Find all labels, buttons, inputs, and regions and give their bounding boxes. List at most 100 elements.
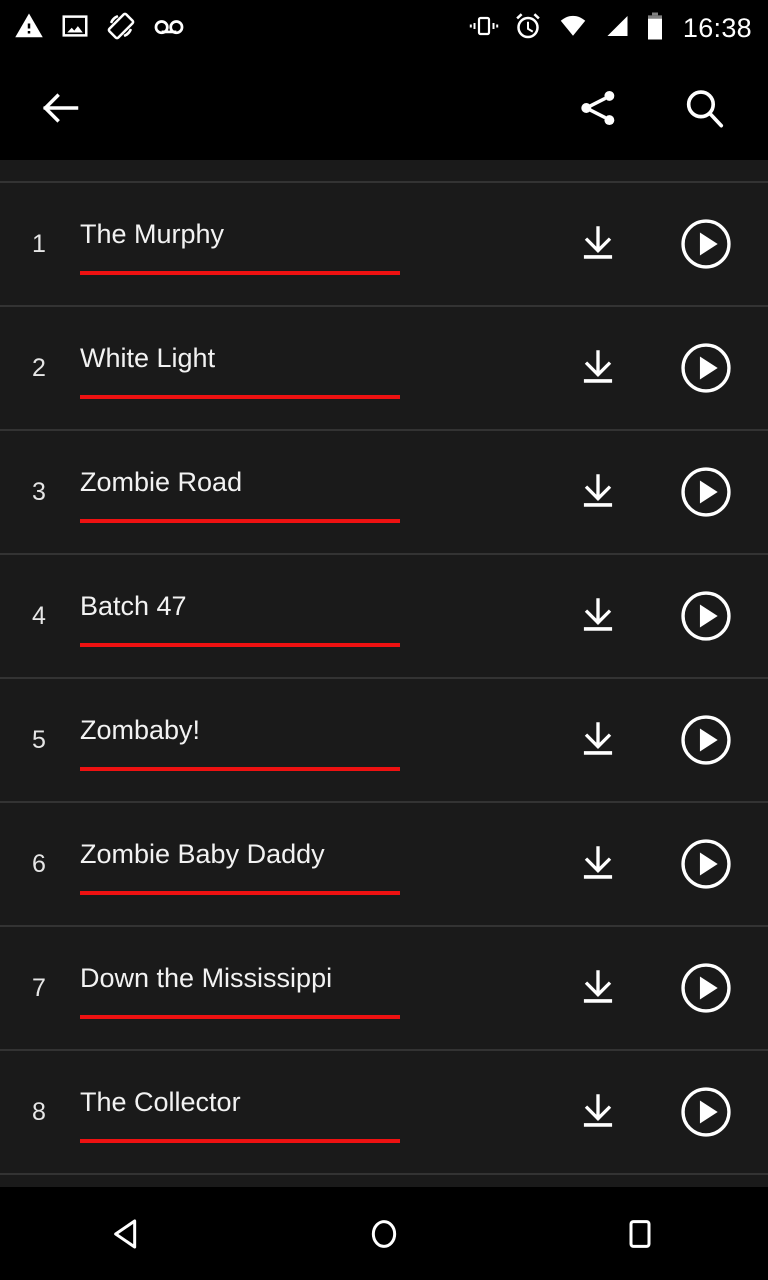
track-actions: [570, 712, 768, 768]
play-icon: [681, 591, 731, 641]
download-icon: [583, 846, 613, 879]
track-actions: [570, 960, 768, 1016]
track-progress-bar: [80, 395, 400, 399]
track-title: The Murphy: [80, 219, 225, 249]
track-progress-bar: [80, 891, 400, 895]
play-icon: [681, 839, 731, 889]
track-title: The Collector: [80, 1087, 241, 1117]
track-number: 8: [32, 1097, 46, 1126]
track-list[interactable]: 1 The Murphy 2 White Light 3 Zombie Road…: [0, 160, 768, 1187]
image-icon: [60, 11, 90, 46]
download-button[interactable]: [570, 836, 626, 892]
track-progress-bar: [80, 643, 400, 647]
play-button[interactable]: [678, 216, 734, 272]
share-button[interactable]: [570, 80, 626, 136]
track-actions: [570, 1084, 768, 1140]
track-progress-bar: [80, 767, 400, 771]
nav-back-button[interactable]: [68, 1187, 188, 1280]
status-left-icons: [0, 11, 186, 46]
back-arrow-button[interactable]: [32, 80, 88, 136]
play-button[interactable]: [678, 588, 734, 644]
play-button[interactable]: [678, 712, 734, 768]
table-row[interactable]: 4 Batch 47: [0, 555, 768, 677]
download-button[interactable]: [570, 960, 626, 1016]
track-title: White Light: [80, 343, 216, 373]
play-icon: [681, 1087, 731, 1137]
play-button[interactable]: [678, 836, 734, 892]
play-icon: [681, 467, 731, 517]
play-button[interactable]: [678, 340, 734, 396]
play-icon: [681, 715, 731, 765]
download-icon: [583, 226, 613, 259]
app-bar: [0, 56, 768, 160]
alarm-icon: [513, 11, 543, 46]
download-icon: [583, 1094, 613, 1127]
table-row[interactable]: 8 The Collector: [0, 1051, 768, 1173]
phone-screen: 16:38 1 The Murphy 2 White Light 3 Zombi…: [0, 0, 768, 1280]
track-main: Batch 47: [80, 555, 570, 677]
nav-recents-button[interactable]: [580, 1187, 700, 1280]
track-main: Down the Mississippi: [80, 927, 570, 1049]
track-actions: [570, 216, 768, 272]
download-button[interactable]: [570, 1084, 626, 1140]
track-main: Zombaby!: [80, 679, 570, 801]
download-button[interactable]: [570, 340, 626, 396]
track-actions: [570, 340, 768, 396]
battery-icon: [645, 11, 665, 46]
voicemail-icon: [152, 11, 186, 46]
signal-icon: [603, 12, 631, 45]
download-button[interactable]: [570, 464, 626, 520]
play-button[interactable]: [678, 464, 734, 520]
track-main: Zombie Baby Daddy: [80, 803, 570, 925]
track-number: 1: [32, 229, 46, 258]
track-number: 3: [32, 477, 46, 506]
track-title: Batch 47: [80, 591, 187, 621]
track-title: Zombie Baby Daddy: [80, 839, 325, 869]
wifi-icon: [557, 12, 589, 45]
play-icon: [681, 219, 731, 269]
track-number: 7: [32, 973, 46, 1002]
nav-recents-icon: [629, 1219, 651, 1248]
play-button[interactable]: [678, 1084, 734, 1140]
nav-back-icon: [114, 1219, 137, 1248]
track-number: 5: [32, 725, 46, 754]
table-row[interactable]: 3 Zombie Road: [0, 431, 768, 553]
table-row[interactable]: 7 Down the Mississippi: [0, 927, 768, 1049]
track-progress-bar: [80, 1015, 400, 1019]
app-bar-left: [0, 80, 88, 136]
play-icon: [681, 343, 731, 393]
track-main: The Collector: [80, 1051, 570, 1173]
partial-next-row: [0, 1175, 768, 1187]
track-progress-bar: [80, 271, 400, 275]
track-actions: [570, 464, 768, 520]
download-button[interactable]: [570, 588, 626, 644]
download-icon: [583, 722, 613, 755]
track-main: White Light: [80, 307, 570, 429]
list-top-padding: [0, 160, 768, 181]
table-row[interactable]: 5 Zombaby!: [0, 679, 768, 801]
screen-rotation-icon: [106, 11, 136, 46]
download-icon: [583, 350, 613, 383]
nav-home-icon: [371, 1219, 397, 1248]
track-main: Zombie Road: [80, 431, 570, 553]
track-progress-bar: [80, 519, 400, 523]
system-nav-bar: [0, 1187, 768, 1280]
download-icon: [583, 474, 613, 507]
table-row[interactable]: 6 Zombie Baby Daddy: [0, 803, 768, 925]
table-row[interactable]: 1 The Murphy: [0, 183, 768, 305]
table-row[interactable]: 2 White Light: [0, 307, 768, 429]
download-button[interactable]: [570, 712, 626, 768]
search-button[interactable]: [676, 80, 732, 136]
nav-home-button[interactable]: [324, 1187, 444, 1280]
track-number: 4: [32, 601, 46, 630]
status-right-icons: 16:38: [469, 11, 768, 46]
track-title: Zombie Road: [80, 467, 243, 497]
track-title: Down the Mississippi: [80, 963, 333, 993]
download-button[interactable]: [570, 216, 626, 272]
download-icon: [583, 598, 613, 631]
play-button[interactable]: [678, 960, 734, 1016]
track-actions: [570, 836, 768, 892]
track-main: The Murphy: [80, 183, 570, 305]
track-title: Zombaby!: [80, 715, 201, 745]
status-bar: 16:38: [0, 0, 768, 56]
